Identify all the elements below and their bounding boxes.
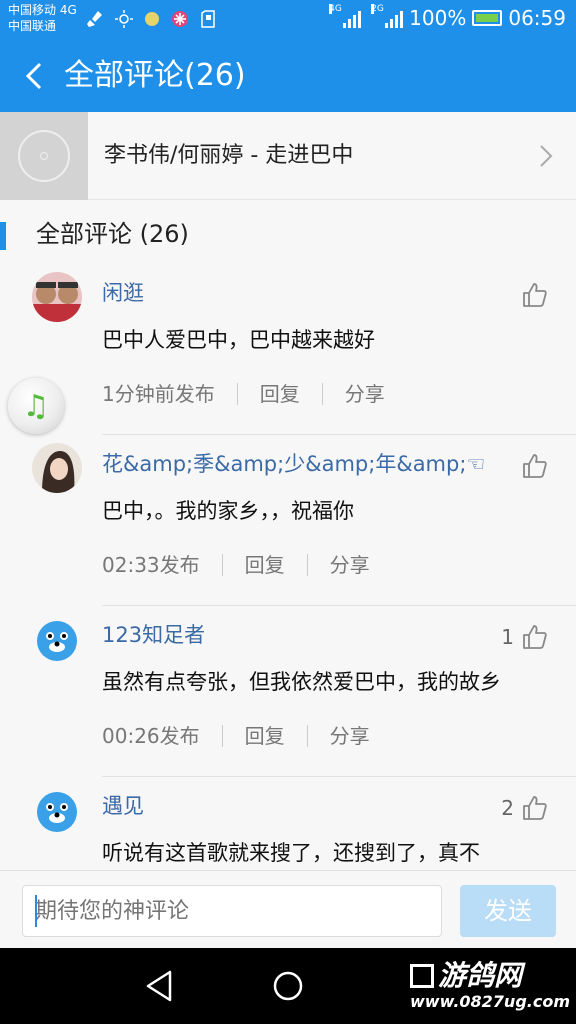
album-cover: [0, 112, 88, 200]
comment-item: 花&amp;季&amp;少&amp;年&amp;☜ 巴中，。我的家乡，，祝福你 …: [0, 435, 576, 606]
meta-divider: [306, 725, 308, 747]
flower-icon: [170, 9, 190, 29]
app-dot-icon: [142, 9, 162, 29]
share-button[interactable]: 分享: [330, 720, 370, 752]
like-button[interactable]: 1: [501, 622, 548, 652]
section-marker: [0, 222, 6, 250]
comment-item: 遇见 2 听说有这首歌就来搜了，还搜到了，真不: [0, 777, 576, 870]
signal-1-icon: 4G: [329, 4, 362, 28]
carrier-2: 中国联通: [8, 19, 57, 33]
network-2-label: 2G: [371, 4, 384, 14]
sd-card-icon: [198, 9, 218, 29]
like-button[interactable]: [514, 280, 548, 310]
signal-2-icon: 2G: [371, 4, 404, 28]
text-caret: [35, 895, 37, 927]
comment-time: 1分钟前发布: [102, 382, 215, 406]
app-header: 全部评论(26): [0, 40, 576, 112]
comment-time: 02:33发布: [102, 553, 200, 577]
comment-item: 123知足者 1 虽然有点夸张，但我依然爱巴中，我的故乡 00:26发布 回复 …: [0, 606, 576, 777]
meta-divider: [236, 383, 238, 405]
section-header: 全部评论 (26): [0, 200, 576, 264]
square-icon: [410, 964, 434, 988]
share-button[interactable]: 分享: [345, 378, 385, 410]
nav-home-icon[interactable]: [268, 966, 308, 1006]
watermark-logo: 游鸽网: [410, 960, 570, 992]
like-count: 2: [501, 796, 514, 820]
carrier-info: 中国移动 4G 中国联通: [8, 2, 77, 34]
thumbs-up-icon: [523, 454, 547, 478]
thumbs-up-icon: [523, 283, 547, 307]
page-title: 全部评论(26): [64, 58, 246, 93]
share-button[interactable]: 分享: [330, 549, 370, 581]
back-arrow-icon: [25, 62, 42, 90]
music-note-icon: ♫: [22, 388, 50, 424]
system-nav-bar: 游鸽网 www.0827ug.com: [0, 948, 576, 1024]
avatar[interactable]: [32, 785, 82, 835]
battery-percent: 100%: [409, 6, 467, 30]
like-button[interactable]: 2: [501, 793, 548, 823]
chevron-right-icon: [540, 145, 553, 167]
network-1-label: 4G: [329, 4, 342, 14]
thumbs-up-icon: [523, 796, 547, 820]
meta-divider: [221, 554, 223, 576]
send-button[interactable]: 发送: [460, 885, 556, 937]
comment-author[interactable]: 123知足者: [102, 620, 205, 650]
comment-meta: 00:26发布 回复 分享: [102, 720, 370, 752]
comment-list[interactable]: 闲逛 巴中人爱巴中，巴中越来越好 1分钟前发布 回复 分享 花&amp;季&am…: [0, 264, 576, 870]
comment-author[interactable]: 花&amp;季&amp;少&amp;年&amp;☜: [102, 449, 485, 479]
thumbs-up-icon: [523, 625, 547, 649]
meta-divider: [306, 554, 308, 576]
clock: 06:59: [508, 6, 566, 30]
disc-center: [40, 152, 48, 160]
brightness-icon: [114, 9, 134, 29]
comment-author[interactable]: 遇见: [102, 791, 144, 821]
reply-button[interactable]: 回复: [245, 549, 285, 581]
broom-icon: [86, 9, 106, 29]
reply-button[interactable]: 回复: [245, 720, 285, 752]
watermark: 游鸽网 www.0827ug.com: [410, 960, 570, 1012]
carrier-1: 中国移动 4G: [8, 3, 77, 17]
comment-meta: 1分钟前发布 回复 分享: [102, 378, 385, 410]
comment-text: 巴中人爱巴中，巴中越来越好: [102, 328, 375, 352]
status-bar: 中国移动 4G 中国联通 4G 2G 100% 06:59: [0, 0, 576, 40]
comment-input[interactable]: [22, 885, 442, 937]
song-title: 李书伟/何丽婷 - 走进巴中: [104, 143, 354, 168]
avatar[interactable]: [32, 443, 82, 493]
battery-icon: [472, 10, 503, 26]
comment-text: 听说有这首歌就来搜了，还搜到了，真不: [102, 841, 480, 865]
notification-icons: [86, 9, 218, 29]
watermark-url: www.0827ug.com: [410, 992, 570, 1011]
floating-music-button[interactable]: ♫: [8, 378, 64, 434]
like-button[interactable]: [514, 451, 548, 481]
meta-divider: [221, 725, 223, 747]
meta-divider: [321, 383, 323, 405]
nav-back-icon[interactable]: [140, 966, 180, 1006]
comment-text: 巴中，。我的家乡，，祝福你: [102, 499, 354, 523]
avatar[interactable]: [32, 614, 82, 664]
avatar[interactable]: [32, 272, 82, 322]
comment-item: 闲逛 巴中人爱巴中，巴中越来越好 1分钟前发布 回复 分享: [0, 264, 576, 435]
comment-input-bar: 发送: [0, 870, 576, 948]
comment-author[interactable]: 闲逛: [102, 278, 144, 308]
song-row[interactable]: 李书伟/何丽婷 - 走进巴中: [0, 112, 576, 200]
status-right: 4G 2G 100% 06:59: [329, 4, 566, 30]
comment-meta: 02:33发布 回复 分享: [102, 549, 370, 581]
reply-button[interactable]: 回复: [260, 378, 300, 410]
back-button[interactable]: [14, 56, 54, 96]
watermark-logo-text: 游鸽网: [438, 959, 523, 992]
comment-time: 00:26发布: [102, 724, 200, 748]
section-title: 全部评论 (26): [36, 220, 189, 248]
like-count: 1: [501, 625, 514, 649]
comment-text: 虽然有点夸张，但我依然爱巴中，我的故乡: [102, 670, 501, 694]
